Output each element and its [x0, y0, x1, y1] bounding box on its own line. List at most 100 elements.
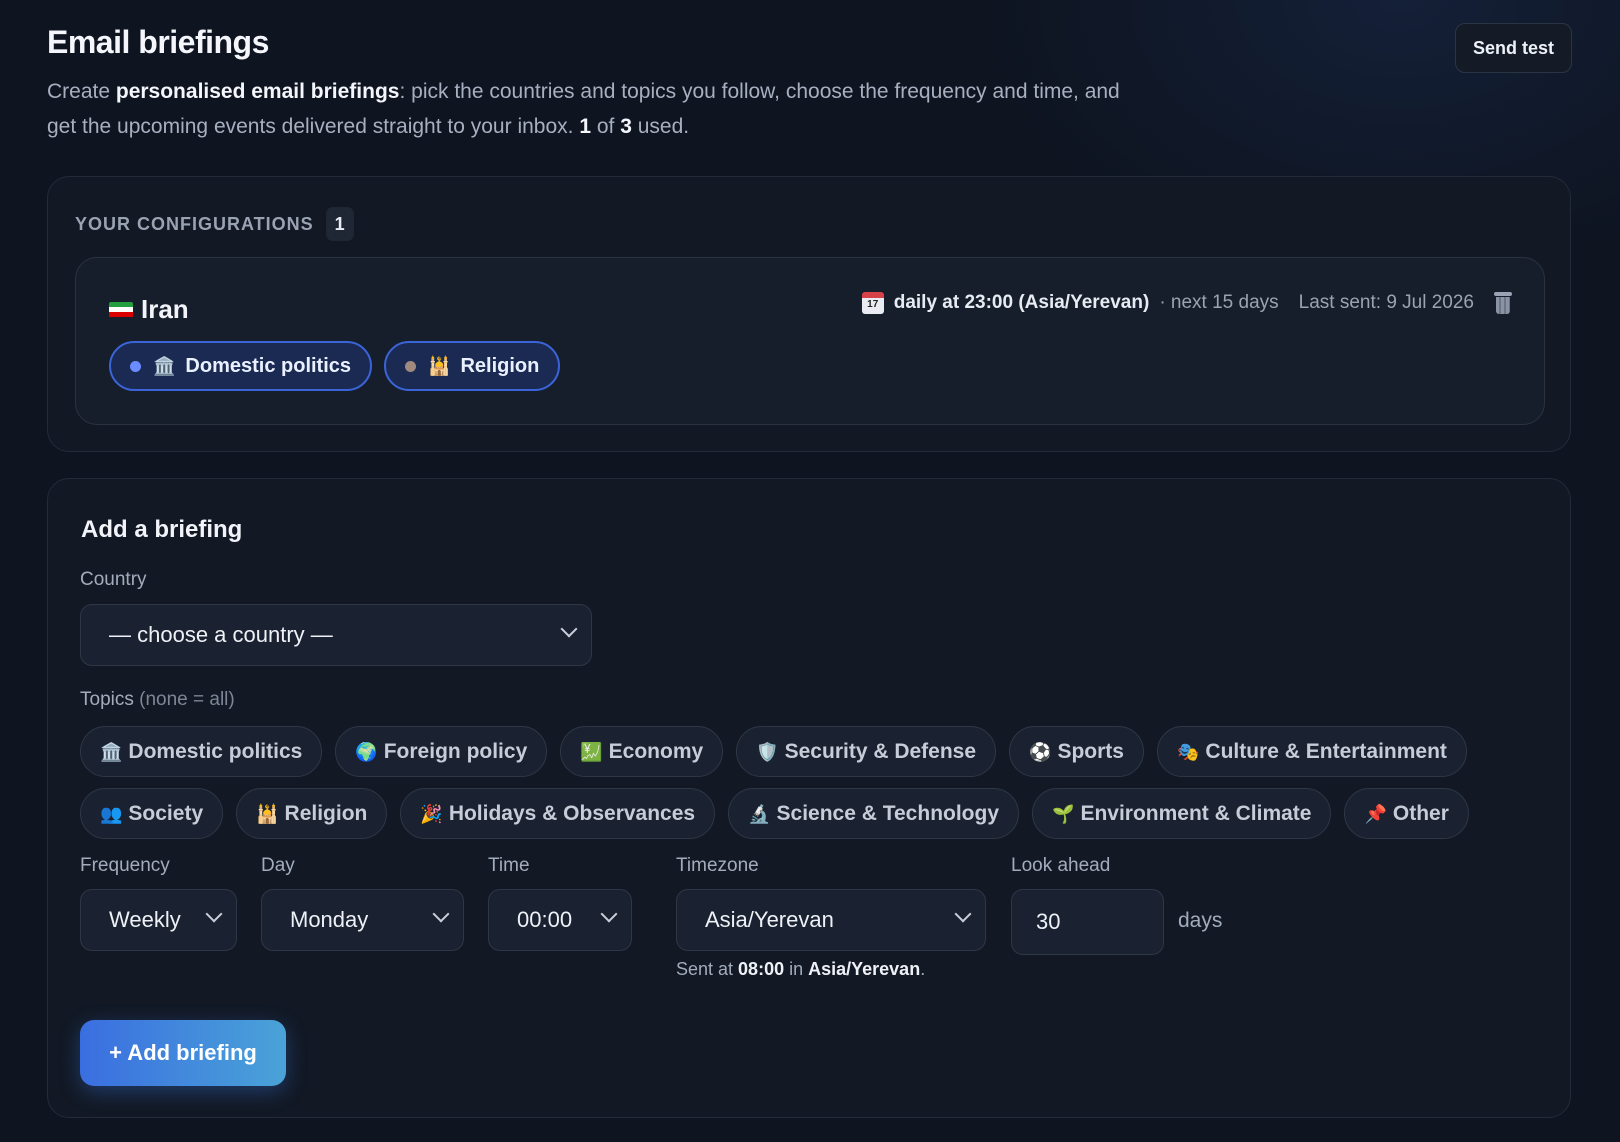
theater-masks-icon: 🎭: [1176, 741, 1200, 762]
config-topic-chip[interactable]: 🕌 Religion: [384, 341, 561, 391]
config-schedule: daily at 23:00 (Asia/Yerevan): [893, 292, 1150, 313]
globe-icon: 🌍: [355, 741, 378, 762]
topic-chip-holidays-observances[interactable]: 🎉 Holidays & Observances: [400, 788, 716, 839]
page-description: Create personalised email briefings: pic…: [47, 74, 1147, 144]
used-limit: 3: [620, 115, 632, 138]
topics-row-1: 🏛️ Domestic politics 🌍 Foreign policy 💹 Eco…: [80, 726, 1467, 777]
time-label: Time: [488, 855, 530, 876]
topic-color-dot: [130, 360, 141, 372]
desc-text: of: [591, 115, 621, 138]
country-select-value: — choose a country —: [109, 622, 333, 647]
topic-chip-religion[interactable]: 🕌 Religion: [236, 788, 388, 839]
sent-note-text: in: [784, 959, 809, 979]
configurations-label: YOUR CONFIGURATIONS: [75, 213, 314, 234]
people-icon: 👥: [100, 803, 123, 824]
topics-label: Topics (none = all): [80, 689, 235, 711]
configurations-card: YOUR CONFIGURATIONS 1 Iran daily at 23:0…: [47, 176, 1571, 452]
timezone-label: Timezone: [676, 855, 759, 876]
configurations-count-badge: 1: [325, 207, 354, 241]
time-select-value: 00:00: [517, 907, 573, 932]
pushpin-icon: 📌: [1364, 803, 1387, 824]
country-select[interactable]: — choose a country —: [80, 604, 592, 666]
topic-chip-science-technology[interactable]: 🔬 Science & Technology: [728, 788, 1020, 839]
topics-row-2: 👥 Society 🕌 Religion 🎉 Holidays & Observanc…: [80, 788, 1469, 839]
config-country-name: Iran: [141, 294, 189, 324]
topics-hint: (none = all): [139, 689, 235, 710]
lookahead-unit: days: [1178, 909, 1223, 932]
frequency-select-value: Weekly: [109, 907, 181, 932]
topic-chip-label: Foreign policy: [383, 739, 528, 763]
chevron-down-icon: [600, 905, 618, 923]
party-popper-icon: 🎉: [420, 803, 443, 824]
configuration-item: Iran daily at 23:00 (Asia/Yerevan) · nex…: [75, 257, 1545, 425]
chevron-down-icon: [432, 905, 450, 923]
timezone-select[interactable]: Asia/Yerevan: [676, 889, 986, 951]
chevron-down-icon: [205, 905, 223, 923]
topic-chip-label: Domestic politics: [128, 739, 303, 763]
shield-icon: 🛡️: [756, 741, 779, 762]
sent-note: Sent at 08:00 in Asia/Yerevan.: [676, 959, 925, 980]
frequency-select[interactable]: Weekly: [80, 889, 237, 951]
microscope-icon: 🔬: [748, 803, 771, 824]
add-briefing-card: Add a briefing Country — choose a countr…: [47, 478, 1571, 1118]
frequency-label: Frequency: [80, 855, 170, 876]
topic-chip-label: Society: [128, 801, 204, 825]
domestic-politics-icon: 🏛️: [153, 356, 176, 376]
topic-chip-label: Environment & Climate: [1080, 801, 1312, 825]
topic-chip-foreign-policy[interactable]: 🌍 Foreign policy: [335, 726, 548, 777]
config-topic-chip[interactable]: 🏛️ Domestic politics: [109, 341, 373, 391]
topic-chip-security-defense[interactable]: 🛡️ Security & Defense: [736, 726, 997, 777]
topic-chip-label: Culture & Entertainment: [1205, 739, 1447, 763]
topic-chip-label: Other: [1392, 801, 1449, 825]
religion-icon: 🕌: [428, 356, 451, 376]
day-select-value: Monday: [290, 907, 369, 932]
topic-chip-label: Economy: [608, 739, 704, 763]
sent-note-text: .: [920, 959, 926, 979]
send-test-button[interactable]: Send test: [1454, 23, 1572, 73]
config-topic-chips: 🏛️ Domestic politics 🕌 Religion: [109, 341, 561, 391]
topic-chip-culture-entertainment[interactable]: 🎭 Culture & Entertainment: [1156, 726, 1467, 777]
email-briefings-page: Email briefings Send test Create persona…: [0, 0, 1620, 1142]
topic-chip-other[interactable]: 📌 Other: [1344, 788, 1469, 839]
day-select[interactable]: Monday: [261, 889, 464, 951]
config-topic-label: Domestic politics: [185, 354, 352, 377]
desc-text: Create: [47, 80, 116, 103]
time-select[interactable]: 00:00: [488, 889, 632, 951]
config-country: Iran: [109, 294, 189, 325]
day-label: Day: [261, 855, 295, 876]
desc-bold: personalised email briefings: [115, 80, 400, 103]
sent-note-time: 08:00: [738, 959, 785, 979]
topic-chip-society[interactable]: 👥 Society: [80, 788, 224, 839]
configurations-header: YOUR CONFIGURATIONS 1: [75, 207, 354, 241]
topic-chip-label: Religion: [284, 801, 368, 825]
topic-color-dot: [405, 360, 417, 372]
config-topic-label: Religion: [460, 354, 540, 377]
config-lookahead: · next 15 days: [1159, 292, 1279, 313]
topic-chip-sports[interactable]: ⚽ Sports: [1009, 726, 1144, 777]
topic-chip-environment-climate[interactable]: 🌱 Environment & Climate: [1032, 788, 1332, 839]
chart-icon: 💹: [580, 741, 603, 762]
topic-chip-domestic-politics[interactable]: 🏛️ Domestic politics: [80, 726, 323, 777]
lookahead-label: Look ahead: [1011, 855, 1111, 876]
topic-chip-economy[interactable]: 💹 Economy: [560, 726, 724, 777]
config-meta: daily at 23:00 (Asia/Yerevan) · next 15 …: [861, 292, 1512, 314]
seedling-icon: 🌱: [1052, 803, 1075, 824]
desc-text: used.: [631, 115, 690, 138]
sent-note-timezone: Asia/Yerevan: [808, 959, 921, 979]
topic-chip-label: Sports: [1057, 739, 1124, 763]
add-briefing-title: Add a briefing: [81, 516, 243, 543]
chevron-down-icon: [954, 905, 972, 923]
religion-icon: 🕌: [256, 803, 279, 824]
domestic-politics-icon: 🏛️: [100, 741, 123, 762]
country-label: Country: [80, 569, 147, 590]
topic-chip-label: Holidays & Observances: [448, 801, 696, 825]
topic-chip-label: Science & Technology: [776, 801, 1000, 825]
add-briefing-button[interactable]: + Add briefing: [80, 1020, 286, 1086]
topics-label-text: Topics: [80, 689, 134, 710]
config-last-sent: Last sent: 9 Jul 2026: [1298, 292, 1474, 313]
calendar-icon: [861, 292, 884, 314]
soccer-ball-icon: ⚽: [1029, 741, 1052, 762]
lookahead-input[interactable]: [1011, 889, 1164, 955]
iran-flag-icon: [109, 301, 133, 318]
trash-icon[interactable]: [1494, 292, 1512, 314]
